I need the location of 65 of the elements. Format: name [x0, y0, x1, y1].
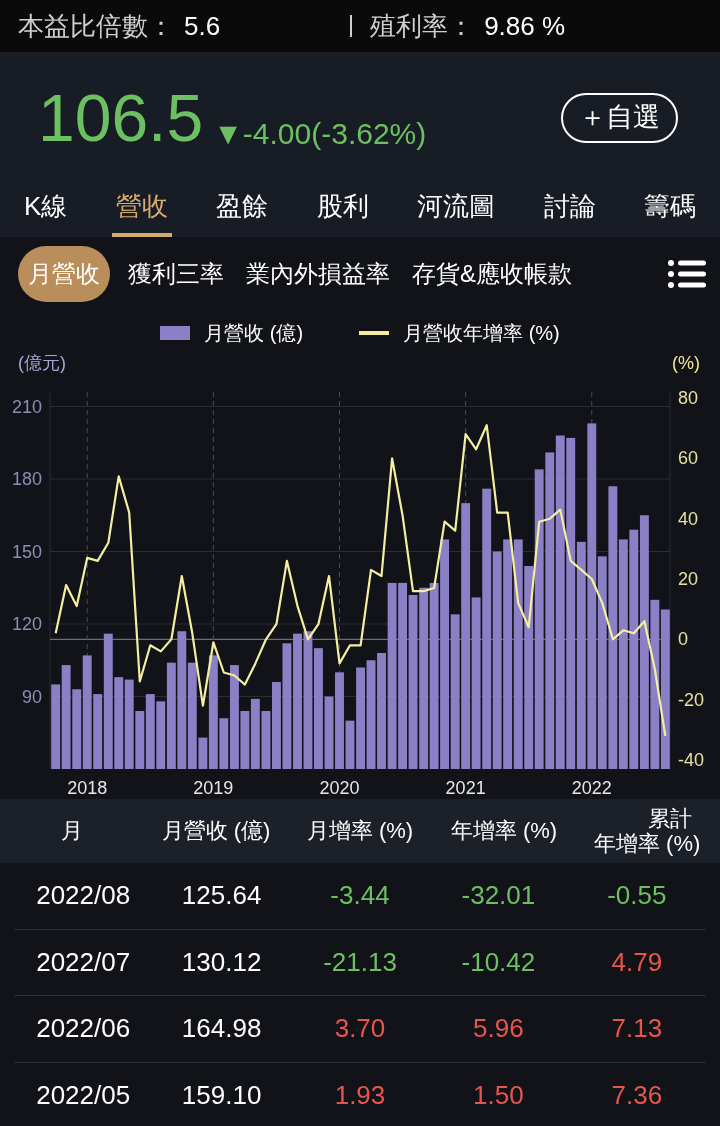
column-header: 月營收 (億) [161, 818, 271, 844]
table-cell-text: 1.93 [333, 1078, 387, 1112]
menu-icon[interactable] [668, 260, 706, 288]
price: 106.5 [38, 84, 204, 151]
axis-tick-label: 20 [678, 569, 699, 589]
axis-tick-label: 80 [678, 388, 699, 409]
tab[interactable]: 河流圖 [413, 175, 500, 237]
sub-tab[interactable]: 獲利三率 [124, 256, 228, 292]
table-cell-text: 2022/08 [35, 879, 132, 913]
axis-tick-label: 2022 [571, 778, 612, 798]
table-cell-text: -10.42 [460, 945, 537, 979]
axis-tick-label: -40 [678, 749, 704, 770]
tab[interactable]: K線 [20, 175, 72, 237]
axis-tick-label: 2021 [445, 778, 486, 798]
legend-label: 月營收 (億) [204, 321, 304, 346]
axis-tick-label: 180 [11, 469, 42, 489]
table-cell-text: -21.13 [322, 945, 398, 979]
axis-tick-label: 150 [11, 541, 42, 562]
axis-tick-label: 40 [678, 508, 699, 529]
table-cell-text: 2022/05 [35, 1078, 132, 1112]
axis-tick-label: 210 [11, 396, 42, 417]
table-cell-text: -0.55 [606, 879, 668, 913]
axis-tick-label: 120 [11, 614, 42, 634]
table-cell-text: 7.13 [610, 1012, 664, 1046]
axis-unit: (億元) [18, 353, 66, 373]
axis-tick-label: 0 [678, 629, 688, 650]
legend-label: 月營收年增率 (%) [403, 321, 560, 346]
stat-value: 5.6 [184, 9, 221, 43]
tab[interactable]: 盈餘 [212, 175, 273, 237]
axis-tick-label: 2018 [67, 778, 108, 798]
table-cell-text: 7.36 [610, 1078, 664, 1112]
axis-tick-label: 90 [21, 686, 42, 707]
price-change: ▼-4.00(-3.62%) [213, 118, 427, 151]
stat-value: 9.86 % [484, 9, 566, 43]
column-header: 年增率 (%) [450, 818, 558, 844]
table-cell-text: 2022/07 [35, 945, 132, 979]
table-cell-text: 125.64 [180, 879, 263, 913]
tab[interactable]: 籌碼 [639, 175, 700, 237]
table-cell-text: 1.50 [472, 1078, 525, 1112]
stat-label: 本益比倍數： [18, 9, 174, 43]
column-header: 月 [61, 818, 83, 844]
table-cell-text: 130.12 [180, 945, 263, 979]
table-cell-text: 5.96 [472, 1012, 525, 1046]
tab[interactable]: 股利 [312, 175, 373, 237]
table-cell-text: -3.44 [329, 879, 391, 913]
column-header: 累計年增率 (%) [594, 805, 702, 857]
table-cell-text: 4.79 [610, 945, 664, 979]
tab[interactable]: 營收 [111, 175, 172, 237]
tab[interactable]: 討論 [539, 175, 600, 237]
revenue-bar [250, 698, 260, 769]
sub-tab[interactable]: 業內外損益率 [242, 256, 394, 292]
table-cell-text: 164.98 [180, 1012, 263, 1046]
add-watchlist-button[interactable]: ＋自選 [561, 92, 678, 143]
axis-tick-label: 2019 [193, 778, 234, 798]
axis-tick-label: 2020 [319, 778, 360, 798]
column-header: 月增率 (%) [306, 818, 414, 844]
axis-tick-label: -20 [678, 689, 704, 710]
table-cell-text: -32.01 [460, 879, 537, 913]
axis-tick-label: 60 [678, 448, 699, 469]
stat-label: 殖利率： [370, 9, 475, 43]
table-cell-text: 159.10 [180, 1078, 263, 1112]
axis-unit: (%) [672, 353, 700, 373]
sub-tab[interactable]: 存貨&應收帳款 [408, 256, 576, 292]
table-cell-text: 2022/06 [35, 1012, 132, 1046]
table-cell-text: 3.70 [333, 1012, 387, 1046]
